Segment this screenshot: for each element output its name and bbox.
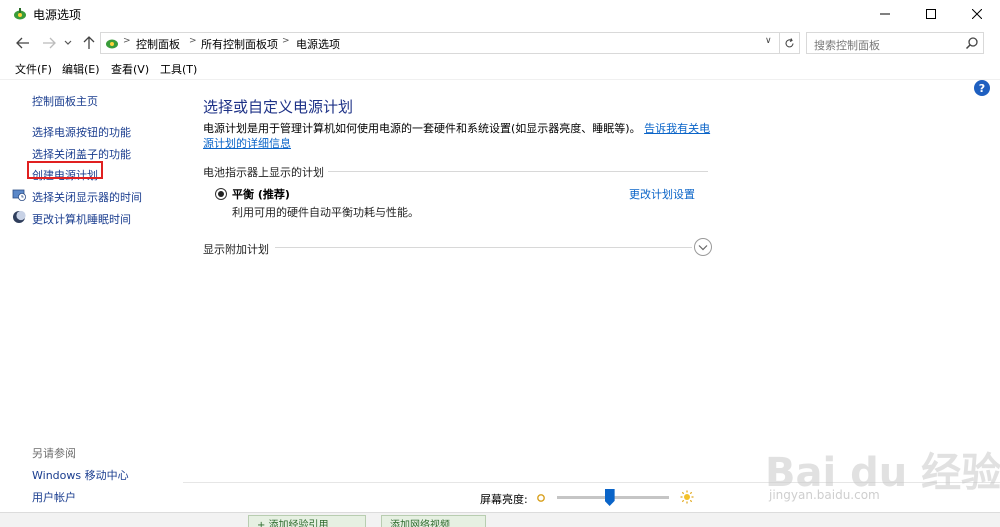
power-options-icon (14, 8, 26, 20)
arrow-up-icon (83, 36, 95, 49)
section-divider (328, 171, 708, 172)
breadcrumb-separator-icon: > (282, 36, 290, 46)
dim-sun-icon (537, 494, 545, 502)
page-title: 选择或自定义电源计划 (203, 98, 354, 116)
address-dropdown-icon[interactable]: ∨ (765, 36, 772, 46)
brightness-label: 屏幕亮度: (480, 493, 528, 506)
maximize-button[interactable] (908, 0, 954, 28)
maximize-icon (926, 9, 936, 19)
baidu-watermark: Bai du 经验 jingyan.baidu.com (765, 440, 1000, 510)
add-reference-button[interactable]: + 添加经验引用 (248, 515, 366, 527)
plan-name[interactable]: 平衡 (推荐) (232, 186, 290, 202)
arrow-left-icon (16, 37, 29, 49)
menu-file[interactable]: 文件(F) (15, 61, 52, 77)
breadcrumb-all-items[interactable]: 所有控制面板项 (201, 36, 278, 52)
chevron-down-icon (698, 244, 708, 250)
up-button[interactable] (80, 34, 98, 52)
control-panel-icon (106, 39, 118, 49)
arrow-right-icon (43, 37, 56, 49)
sidebar-link-mobility-center[interactable]: Windows 移动中心 (32, 467, 129, 483)
forward-button[interactable] (40, 34, 58, 52)
menu-view[interactable]: 查看(V) (111, 61, 149, 77)
description-text: 电源计划是用于管理计算机如何使用电源的一套硬件和系统设置(如显示器亮度、睡眠等)… (203, 122, 641, 135)
breadcrumb-separator-icon: > (123, 36, 131, 46)
sleep-moon-icon (13, 210, 26, 223)
search-placeholder: 搜索控制面板 (814, 39, 880, 52)
breadcrumb-control-panel[interactable]: 控制面板 (136, 36, 180, 52)
refresh-button[interactable] (780, 32, 800, 54)
sidebar-link-home[interactable]: 控制面板主页 (32, 93, 98, 109)
sidebar-link-power-button[interactable]: 选择电源按钮的功能 (32, 124, 131, 140)
address-input[interactable]: > 控制面板 > 所有控制面板项 > 电源选项 ∨ (100, 32, 780, 54)
add-video-button[interactable]: 添加网络视频 (381, 515, 486, 527)
menu-tools[interactable]: 工具(T) (160, 61, 197, 77)
watermark-url: jingyan.baidu.com (769, 488, 880, 502)
back-button[interactable] (14, 34, 32, 52)
sidebar-link-sleep[interactable]: 更改计算机睡眠时间 (32, 211, 131, 227)
address-bar: > 控制面板 > 所有控制面板项 > 电源选项 ∨ 搜索控制面板 (0, 29, 1000, 57)
recent-locations-button[interactable] (62, 34, 74, 52)
window-title: 电源选项 (33, 8, 82, 22)
page-description: 电源计划是用于管理计算机如何使用电源的一套硬件和系统设置(如显示器亮度、睡眠等)… (203, 121, 713, 151)
left-pane: 控制面板主页 选择电源按钮的功能 选择关闭盖子的功能 创建电源计划 选择关闭显示… (0, 80, 183, 512)
battery-section-heading: 电池指示器上显示的计划 (203, 166, 324, 179)
see-also-heading: 另请参阅 (32, 447, 76, 460)
sidebar-link-display-off[interactable]: 选择关闭显示器的时间 (32, 189, 142, 205)
search-input[interactable]: 搜索控制面板 (806, 32, 984, 54)
plan-radio-balanced[interactable] (215, 188, 227, 200)
menu-edit[interactable]: 编辑(E) (62, 61, 100, 77)
chevron-down-icon (64, 40, 72, 45)
close-button[interactable] (954, 0, 1000, 28)
minimize-icon (880, 13, 890, 15)
breadcrumb-separator-icon: > (189, 36, 197, 46)
display-clock-icon (12, 189, 26, 201)
help-icon[interactable]: ? (974, 80, 990, 96)
expand-plans-button[interactable] (694, 238, 712, 256)
search-icon (965, 37, 978, 50)
extra-plans-heading[interactable]: 显示附加计划 (203, 241, 269, 257)
sidebar-link-user-accounts[interactable]: 用户帐户 (32, 489, 76, 505)
bright-sun-icon (680, 490, 694, 504)
minimize-button[interactable] (862, 0, 908, 28)
title-bar: 电源选项 (0, 0, 1000, 28)
menu-bar: 文件(F) 编辑(E) 查看(V) 工具(T) (0, 59, 1000, 79)
breadcrumb-power-options[interactable]: 电源选项 (296, 36, 340, 52)
sidebar-link-lid[interactable]: 选择关闭盖子的功能 (32, 146, 131, 162)
refresh-icon (785, 37, 794, 47)
plan-description: 利用可用的硬件自动平衡功耗与性能。 (232, 206, 419, 219)
annotation-highlight (27, 161, 103, 179)
close-icon (972, 9, 982, 19)
underlying-page-strip: + 添加经验引用 添加网络视频 (0, 512, 1000, 527)
change-plan-settings-link[interactable]: 更改计划设置 (629, 186, 695, 202)
section-divider (275, 247, 692, 248)
